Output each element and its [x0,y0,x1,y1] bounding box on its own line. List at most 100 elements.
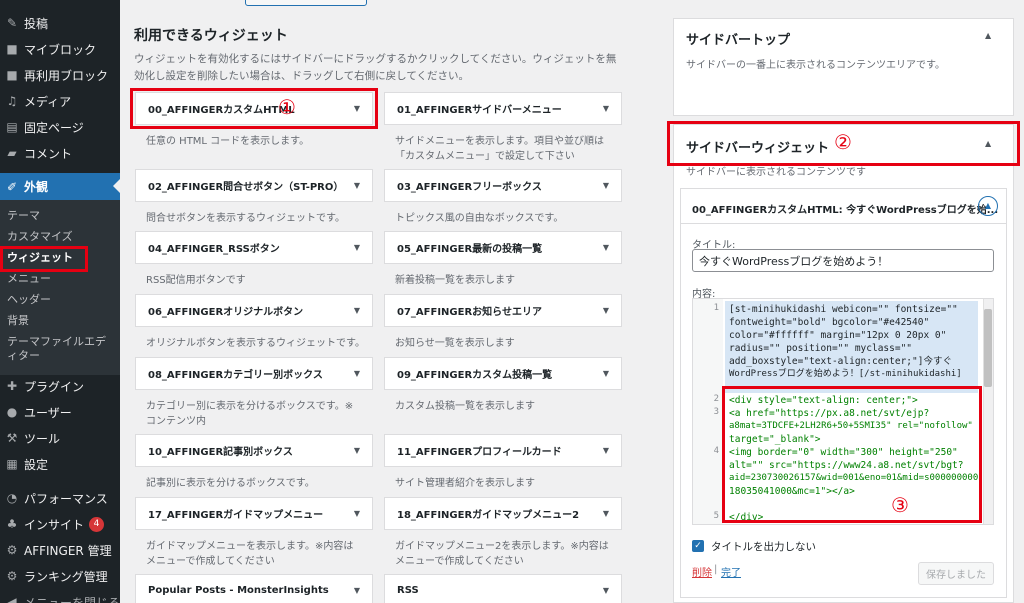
widget-description: サイト管理者紹介を表示します [395,478,535,489]
plugin-icon: ✚ [6,379,18,393]
widget-title: 17_AFFINGERガイドマップメニュー [148,510,324,521]
caret-down-icon[interactable]: ▼ [603,509,609,518]
caret-down-icon[interactable]: ▼ [354,181,360,190]
saved-button[interactable]: 保存しました [918,562,994,585]
menu-item-media[interactable]: ♫ メディア [0,88,120,114]
user-icon: ● [6,405,18,419]
menu-label: プラグイン [24,379,85,394]
caret-down-icon[interactable]: ▼ [603,369,609,378]
caret-down-icon[interactable]: ▼ [603,446,609,455]
menu-item-users[interactable]: ● ユーザー [0,399,120,425]
menu-label: ツール [24,431,61,446]
submenu-header[interactable]: ヘッダー [7,293,51,307]
widget-original-button[interactable]: 06_AFFINGERオリジナルボタン ▼ [135,294,373,327]
menu-item-my-blocks[interactable]: ■ マイブロック [0,36,120,62]
available-widgets-description: ウィジェットを有効化するにはサイドバーにドラッグするかクリックしてください。ウィ… [134,53,617,82]
code-line: WordPressブログを始めよう！[/st-minihukidashi] [729,369,962,379]
caret-down-icon[interactable]: ▼ [603,586,609,595]
delete-link[interactable]: 削除 [692,564,712,579]
expanded-widget-title: 00_AFFINGERカスタムHTML: 今すぐWordPressブログを始..… [692,205,999,216]
caret-down-icon[interactable]: ▼ [354,446,360,455]
wrench-icon: ⚒ [6,431,18,445]
appearance-submenu: テーマ カスタマイズ ウィジェット メニュー ヘッダー 背景 テーマファイルエデ… [0,200,120,375]
widget-custom-post-list[interactable]: 09_AFFINGERカスタム投稿一覧 ▼ [384,357,622,390]
widget-article-box[interactable]: 10_AFFINGER記事別ボックス ▼ [135,434,373,467]
caret-down-icon[interactable]: ▼ [603,181,609,190]
caret-down-icon[interactable]: ▼ [603,306,609,315]
widget-description: ガイドマップメニューを表示します。※内容はメニューで作成してください [146,541,354,567]
sidebar-top-description: サイドバーの一番上に表示されるコンテンツエリアです。 [686,60,945,71]
menu-item-reusable-blocks[interactable]: ■ 再利用ブロック [0,62,120,88]
widget-guide-map-menu-2[interactable]: 18_AFFINGERガイドマップメニュー2 ▼ [384,497,622,530]
menu-label: メニューを閉じる [24,595,121,603]
widget-title: 18_AFFINGERガイドマップメニュー2 [397,510,580,521]
caret-down-icon[interactable]: ▼ [354,369,360,378]
menu-label: ユーザー [24,405,72,420]
menu-label: 固定ページ [24,120,84,135]
code-scrollbar[interactable] [983,299,993,524]
menu-item-insights[interactable]: ♣ インサイト 4 [0,511,120,537]
widget-free-box[interactable]: 03_AFFINGERフリーボックス ▼ [384,169,622,202]
menu-item-affinger-admin[interactable]: ⚙ AFFINGER 管理 [0,537,120,563]
widget-popular-posts[interactable]: Popular Posts - MonsterInsights ▼ [135,574,373,603]
caret-down-icon[interactable]: ▼ [354,306,360,315]
page-icon: ▤ [6,120,18,134]
insight-icon: ♣ [6,517,18,531]
done-link[interactable]: 完了 [721,564,741,579]
hide-title-checkbox[interactable]: ✓ [692,540,704,552]
menu-item-ranking-admin[interactable]: ⚙ ランキング管理 [0,563,120,589]
scrollbar-thumb[interactable] [984,309,992,387]
collapse-widget-icon[interactable]: ▲ [978,196,998,216]
widget-category-box[interactable]: 08_AFFINGERカテゴリー別ボックス ▼ [135,357,373,390]
grid-icon: ■ [6,42,18,56]
caret-down-icon[interactable]: ▼ [354,243,360,252]
widget-guide-map-menu[interactable]: 17_AFFINGERガイドマップメニュー ▼ [135,497,373,530]
submenu-menus[interactable]: メニュー [7,272,51,286]
submenu-customize[interactable]: カスタマイズ [7,230,73,244]
pin-icon: ✎ [6,16,18,30]
line-number: 4 [713,446,719,456]
menu-item-settings[interactable]: ▦ 設定 [0,451,120,477]
caret-down-icon[interactable]: ▼ [603,243,609,252]
menu-item-appearance[interactable]: ✐ 外観 [0,173,120,200]
menu-item-comments[interactable]: ▰ コメント [0,140,120,166]
caret-down-icon[interactable]: ▼ [603,104,609,113]
caret-down-icon[interactable]: ▼ [354,509,360,518]
top-button[interactable] [245,0,367,6]
menu-item-posts[interactable]: ✎ 投稿 [0,10,120,36]
available-widgets-title: 利用できるウィジェット [134,28,288,44]
menu-item-collapse[interactable]: ◀ メニューを閉じる [0,589,120,603]
menu-item-performance[interactable]: ◔ パフォーマンス [0,485,120,511]
menu-item-plugins[interactable]: ✚ プラグイン [0,373,120,399]
widget-contact-button[interactable]: 02_AFFINGER問合せボタン（ST-PRO） ▼ [135,169,373,202]
menu-label: インサイト [24,517,85,532]
title-input[interactable]: 今すぐWordPressブログを始めよう！ [692,249,994,272]
widget-title: 11_AFFINGERプロフィールカード [397,447,562,458]
menu-item-pages[interactable]: ▤ 固定ページ [0,114,120,140]
hide-title-label: タイトルを出力しない [711,541,816,553]
menu-label: ランキング管理 [24,569,108,584]
widget-recent-posts[interactable]: 05_AFFINGER最新の投稿一覧 ▼ [384,231,622,264]
widget-description: カスタム投稿一覧を表示します [395,401,535,412]
submenu-background[interactable]: 背景 [7,314,29,328]
media-icon: ♫ [6,94,18,108]
caret-down-icon[interactable]: ▼ [354,586,360,595]
widget-sidebar-menu[interactable]: 01_AFFINGERサイドバーメニュー ▼ [384,92,622,125]
code-line: radius="" position="" myclass="" [729,343,913,354]
widget-description: カテゴリー別に表示を分けるボックスです。※コンテンツ内 [146,401,354,427]
widget-description: 記事別に表示を分けるボックスです。 [146,478,315,489]
menu-item-tools[interactable]: ⚒ ツール [0,425,120,451]
line-number: 3 [713,407,719,417]
submenu-themes[interactable]: テーマ [7,209,40,223]
widget-description: お知らせ一覧を表示します [395,338,515,349]
widget-rss[interactable]: RSS ▼ [384,574,622,603]
widget-rss-button[interactable]: 04_AFFINGER_RSSボタン ▼ [135,231,373,264]
widget-news-area[interactable]: 07_AFFINGERお知らせエリア ▼ [384,294,622,327]
submenu-theme-file-editor[interactable]: テーマファイルエディター [7,335,115,363]
widget-description: トピックス風の自由なボックスです。 [395,213,564,224]
annotation-2: ② [834,130,852,154]
code-line: color="#ffffff" margin="12px 0 20px 0" [729,330,947,341]
menu-label: 投稿 [24,16,49,31]
widget-profile-card[interactable]: 11_AFFINGERプロフィールカード ▼ [384,434,622,467]
caret-up-icon[interactable]: ▲ [985,31,991,40]
